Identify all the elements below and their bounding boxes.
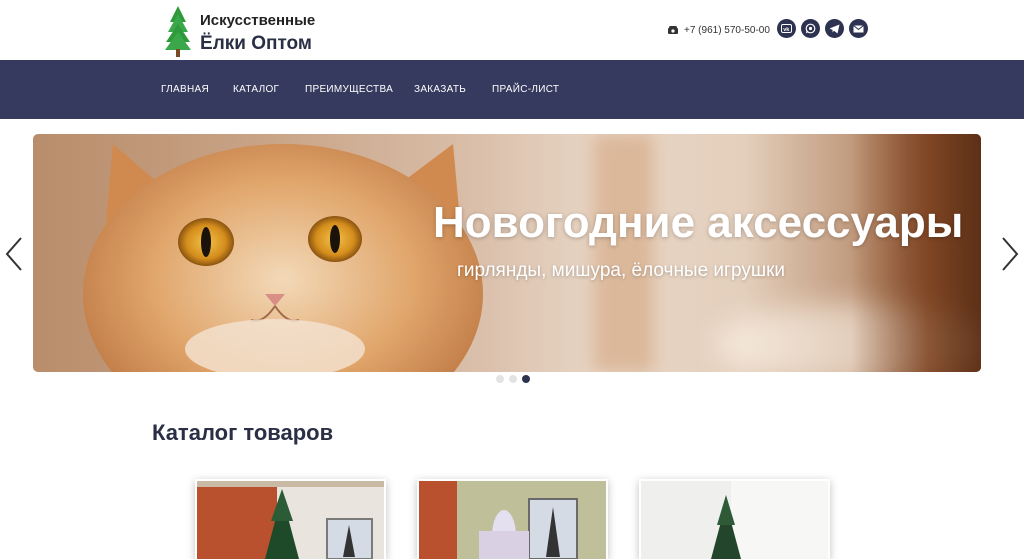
slide-subtitle: гирлянды, мишура, ёлочные игрушки (457, 260, 786, 281)
product-card[interactable] (639, 479, 830, 559)
svg-text:vk: vk (783, 27, 790, 33)
phone-contact[interactable]: +7 (961) 570-50-00 (667, 22, 770, 38)
chevron-left-icon[interactable] (4, 236, 24, 272)
tree-logo-icon (165, 6, 191, 57)
whatsapp-icon[interactable] (801, 19, 820, 38)
nav-item-home[interactable]: ГЛАВНАЯ (161, 84, 209, 95)
phone-number[interactable]: +7 (961) 570-50-00 (684, 25, 770, 36)
email-icon[interactable] (849, 19, 868, 38)
product-card[interactable] (417, 479, 608, 559)
social-links: vk (777, 19, 868, 38)
phone-icon (668, 26, 678, 34)
logo-text-line2: Ёлки Оптом (200, 33, 312, 54)
product-image-1 (197, 481, 384, 559)
slider-dots (496, 375, 530, 383)
chevron-right-icon[interactable] (1000, 236, 1020, 272)
product-image-3 (641, 481, 828, 559)
slider-dot-2[interactable] (509, 375, 517, 383)
main-nav: ГЛАВНАЯ КАТАЛОГ ПРЕИМУЩЕСТВА ЗАКАЗАТЬ ПР… (0, 60, 1024, 119)
nav-item-advantages[interactable]: ПРЕИМУЩЕСТВА (305, 84, 393, 95)
slider-dot-1[interactable] (496, 375, 504, 383)
nav-item-order[interactable]: ЗАКАЗАТЬ (414, 84, 466, 95)
site-header: Искусственные Ёлки Оптом +7 (961) 570-50… (0, 0, 1024, 60)
product-image-2 (419, 481, 606, 559)
cat-photo (83, 144, 483, 372)
vk-icon[interactable]: vk (777, 19, 796, 38)
site-logo[interactable]: Искусственные Ёлки Оптом (163, 4, 343, 58)
nav-item-price-list[interactable]: ПРАЙС-ЛИСТ (492, 84, 559, 95)
telegram-icon[interactable] (825, 19, 844, 38)
logo-text-line1: Искусственные (200, 12, 316, 29)
slide-title: Новогодние аксессуары (433, 198, 964, 247)
hero-slide[interactable]: Новогодние аксессуары гирлянды, мишура, … (33, 134, 981, 372)
product-card[interactable] (195, 479, 386, 559)
catalog-title: Каталог товаров (152, 420, 334, 445)
slider-dot-3[interactable] (522, 375, 530, 383)
nav-item-catalog[interactable]: КАТАЛОГ (233, 84, 279, 95)
